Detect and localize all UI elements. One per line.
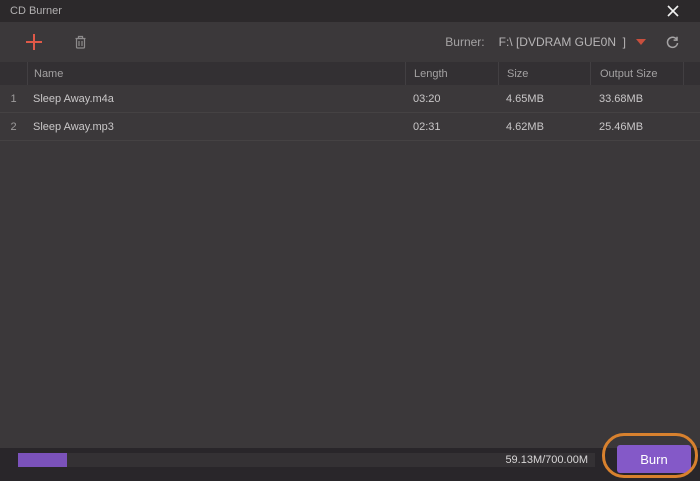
row-size: 4.65MB [506, 92, 544, 105]
titlebar: CD Burner [0, 0, 700, 22]
header-size[interactable]: Size [498, 62, 590, 85]
burner-controls: Burner: F:\ [DVDRAM GUE0N ] [445, 32, 682, 52]
row-number: 2 [10, 120, 17, 133]
row-name: Sleep Away.m4a [33, 92, 114, 105]
row-size: 4.62MB [506, 120, 544, 133]
header-name[interactable]: Name [27, 62, 405, 85]
row-number: 1 [10, 92, 17, 105]
trash-icon [75, 35, 85, 49]
delete-file-button[interactable] [70, 32, 90, 52]
table-row[interactable]: 1 Sleep Away.m4a 03:20 4.65MB 33.68MB [0, 85, 700, 113]
footer-bar: 59.13M/700.00M Burn [0, 445, 700, 481]
table-row[interactable]: 2 Sleep Away.mp3 02:31 4.62MB 25.46MB [0, 113, 700, 141]
header-number-column [0, 62, 27, 85]
row-length: 03:20 [413, 92, 441, 105]
capacity-text: 59.13M/700.00M [505, 454, 588, 466]
file-list-empty-area [0, 141, 700, 448]
burner-label: Burner: [445, 35, 485, 49]
plus-icon [26, 34, 42, 50]
table-header: Name Length Size Output Size [0, 62, 700, 85]
row-length: 02:31 [413, 120, 441, 133]
row-output-size: 25.46MB [599, 120, 644, 133]
row-output-size: 33.68MB [599, 92, 644, 105]
burn-button[interactable]: Burn [617, 445, 691, 473]
close-button[interactable] [664, 2, 682, 20]
window-title: CD Burner [10, 5, 62, 17]
refresh-button[interactable] [662, 32, 682, 52]
close-icon [667, 5, 679, 17]
burner-device-dropdown[interactable]: F:\ [DVDRAM GUE0N ] [499, 35, 662, 49]
header-output-size[interactable]: Output Size [590, 62, 683, 85]
toolbar: Burner: F:\ [DVDRAM GUE0N ] [0, 22, 700, 62]
cd-burner-window: CD Burner Burner: F:\ [DVDRAM GUE0N] Na… [0, 0, 700, 481]
row-name: Sleep Away.mp3 [33, 120, 114, 133]
header-extra-column [683, 62, 700, 85]
capacity-progress-fill [18, 453, 67, 467]
chevron-down-icon [636, 39, 646, 45]
burner-device-value: F:\ [DVDRAM GUE0N ] [498, 35, 626, 49]
add-file-button[interactable] [24, 32, 44, 52]
refresh-icon [666, 36, 678, 48]
header-length[interactable]: Length [405, 62, 498, 85]
